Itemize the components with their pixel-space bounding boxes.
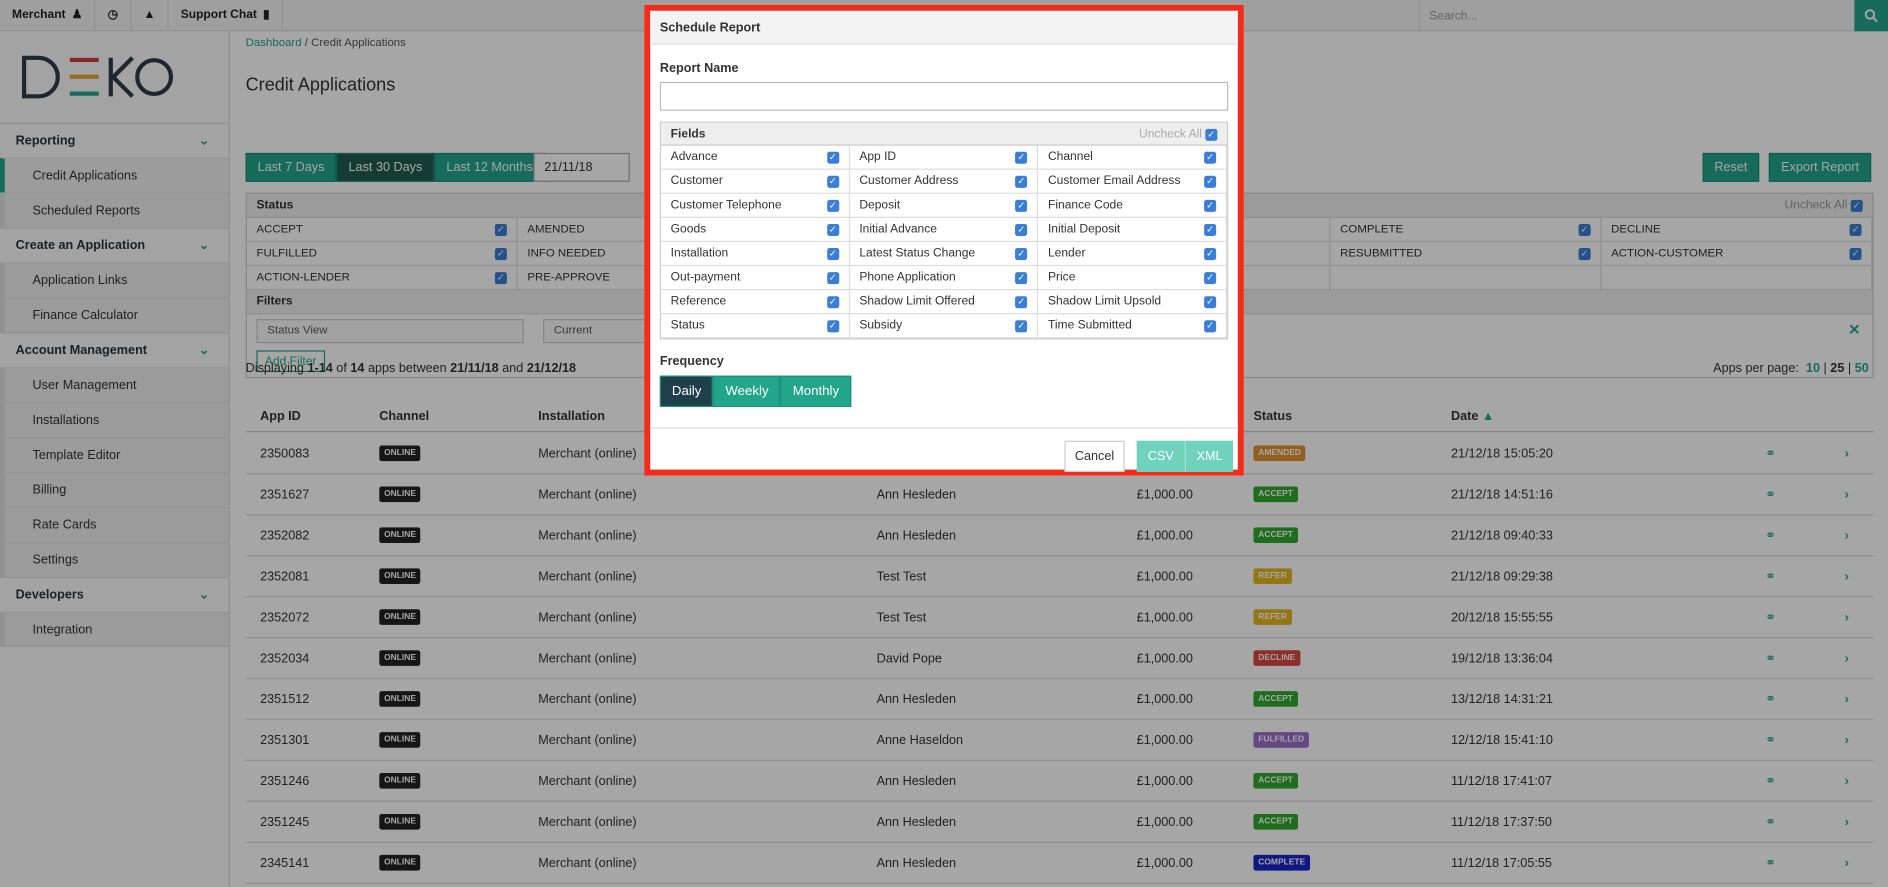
field-option[interactable]: Finance Code ✓ [1038,193,1227,218]
field-option[interactable]: Customer Email Address ✓ [1038,169,1227,194]
frequency-buttons: Daily Weekly Monthly [659,375,852,407]
checkbox-icon: ✓ [1015,295,1028,308]
field-option[interactable]: Initial Advance ✓ [849,217,1039,243]
frequency-daily-button[interactable]: Daily [659,375,714,407]
field-option[interactable]: Phone Application ✓ [849,266,1039,291]
fields-uncheck-all[interactable]: Uncheck All ✓ [1139,127,1218,141]
checkbox-icon: ✓ [826,199,839,212]
xml-button[interactable]: XML [1184,440,1233,473]
field-option[interactable]: App ID ✓ [849,145,1039,170]
checkbox-icon: ✓ [1204,271,1217,284]
field-option[interactable]: Subsidy ✓ [849,314,1039,339]
checkbox-icon: ✓ [1204,151,1217,164]
fields-header: Fields Uncheck All ✓ [661,122,1227,146]
checkbox-icon: ✓ [1204,199,1217,212]
field-label: Goods [670,222,707,237]
field-option[interactable]: Deposit ✓ [849,193,1039,218]
csv-button[interactable]: CSV [1136,440,1185,473]
field-label: Subsidy [859,319,903,333]
field-label: Finance Code [1047,198,1123,212]
field-label: Shadow Limit Upsold [1047,295,1162,309]
field-option[interactable]: Channel ✓ [1038,145,1227,170]
field-label: Lender [1047,246,1086,261]
field-option[interactable]: Customer ✓ [661,169,850,194]
checkbox-icon: ✓ [826,151,839,164]
field-label: Out-payment [670,270,741,285]
field-option[interactable]: Latest Status Change ✓ [849,242,1039,267]
checkbox-icon: ✓ [1204,295,1217,308]
field-label: Advance [670,150,718,164]
checkbox-icon: ✓ [1204,223,1217,236]
checkbox-icon: ✓ [1015,199,1028,212]
frequency-weekly-button[interactable]: Weekly [713,375,781,407]
field-option[interactable]: Time Submitted ✓ [1038,314,1227,339]
checkbox-icon: ✓ [1015,151,1028,164]
field-label: Customer Email Address [1047,174,1181,188]
field-label: Status [670,319,705,333]
frequency-label: Frequency [659,354,724,369]
field-option[interactable]: Initial Deposit ✓ [1038,217,1227,243]
checkbox-icon: ✓ [1015,319,1028,332]
report-name-label: Report Name [659,61,739,76]
modal-footer: Cancel CSV XML [650,427,1238,475]
field-option[interactable]: Customer Telephone ✓ [661,193,850,218]
field-label: Reference [670,295,727,309]
checkbox-icon: ✓ [1015,247,1028,260]
checkbox-icon: ✓ [1015,223,1028,236]
field-label: Time Submitted [1047,319,1132,333]
checkbox-icon: ✓ [826,175,839,188]
field-label: Deposit [859,198,901,212]
fields-title: Fields [670,127,706,141]
field-label: Installation [670,246,729,261]
field-label: Phone Application [859,270,956,285]
checkbox-icon: ✓ [826,295,839,308]
checkbox-icon: ✓ [1204,319,1217,332]
field-option[interactable]: Status ✓ [661,314,850,339]
field-option[interactable]: Reference ✓ [661,290,850,315]
frequency-monthly-button[interactable]: Monthly [780,375,852,407]
checkbox-icon: ✓ [826,319,839,332]
field-option[interactable]: Installation ✓ [661,242,850,267]
checkbox-icon: ✓ [1205,128,1218,141]
field-option[interactable]: Lender ✓ [1038,242,1227,267]
field-label: Initial Advance [859,222,937,237]
field-label: Customer [670,174,723,188]
field-option[interactable]: Customer Address ✓ [849,169,1039,194]
cancel-button[interactable]: Cancel [1064,440,1125,473]
uncheck-all-label: Uncheck All [1139,127,1202,141]
checkbox-icon: ✓ [1015,271,1028,284]
field-label: Initial Deposit [1047,222,1121,237]
report-name-input[interactable] [659,81,1229,111]
field-option[interactable]: Shadow Limit Offered ✓ [849,290,1039,315]
field-label: Channel [1047,150,1093,164]
field-label: Price [1047,270,1076,285]
field-option[interactable]: Advance ✓ [661,145,850,170]
field-label: Customer Telephone [670,198,782,212]
fields-panel: Fields Uncheck All ✓ Advance ✓ App ID ✓ Chann… [659,121,1229,340]
checkbox-icon: ✓ [1204,175,1217,188]
checkbox-icon: ✓ [826,271,839,284]
fields-grid: Advance ✓ App ID ✓ Channel ✓ Customer ✓ Customer… [661,145,1227,339]
checkbox-icon: ✓ [1015,175,1028,188]
checkbox-icon: ✓ [1204,247,1217,260]
field-option[interactable]: Price ✓ [1038,266,1227,291]
field-label: App ID [859,150,897,164]
field-option[interactable]: Goods ✓ [661,217,850,243]
field-option[interactable]: Out-payment ✓ [661,266,850,291]
field-label: Customer Address [859,174,959,188]
field-label: Shadow Limit Offered [859,295,975,309]
checkbox-icon: ✓ [826,223,839,236]
field-label: Latest Status Change [859,246,976,261]
field-option[interactable]: Shadow Limit Upsold ✓ [1038,290,1227,315]
modal-title: Schedule Report [650,10,1238,45]
schedule-report-modal: Schedule Report Report Name Fields Unchec… [644,4,1244,476]
checkbox-icon: ✓ [826,247,839,260]
